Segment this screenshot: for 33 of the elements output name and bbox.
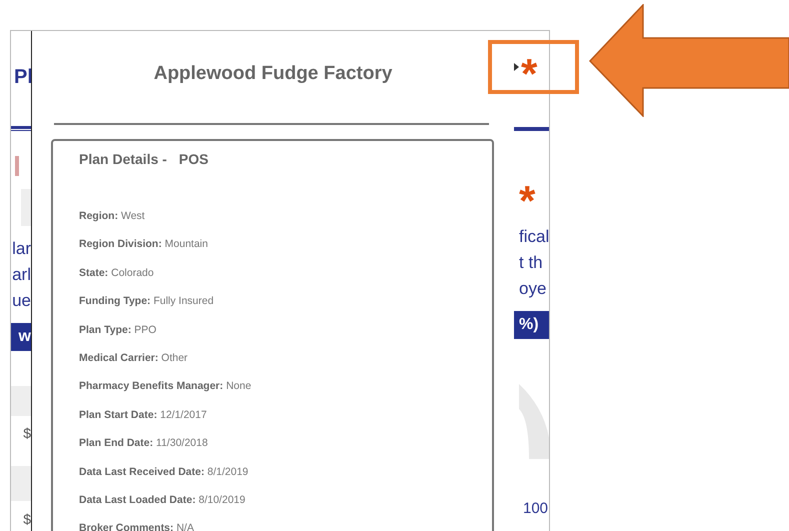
detail-field: Region Division: Mountain	[79, 236, 208, 252]
required-asterisk: *	[519, 185, 536, 217]
detail-field: Data Last Loaded Date: 8/10/2019	[79, 492, 246, 508]
table-row-band	[11, 386, 31, 416]
amount-text: $	[22, 424, 31, 443]
table-header-bar: w	[11, 323, 31, 351]
required-asterisk: *	[521, 58, 538, 90]
filter-box	[21, 189, 31, 226]
detail-field: State: Colorado	[79, 264, 154, 281]
text-fragment: arl	[11, 264, 31, 286]
popup-title: Applewood Fudge Factory	[152, 62, 394, 86]
amount-text: $	[22, 510, 31, 529]
card-title: Plan Details -	[79, 150, 167, 169]
detail-field: Funding Type: Fully Insured	[79, 293, 214, 310]
detail-field: Medical Carrier: Other	[79, 350, 188, 366]
expand-triangle-icon[interactable]	[514, 63, 519, 71]
detail-field: Plan End Date: 11/30/2018	[79, 435, 208, 452]
text-fragment: fical	[518, 226, 549, 248]
text-fragment: ue	[11, 290, 31, 312]
text-fragment	[15, 156, 19, 176]
plan-code: POS	[178, 150, 208, 169]
detail-field: Region: West	[79, 208, 145, 224]
detail-field: Plan Start Date: 12/1/2017	[79, 406, 207, 423]
table-header-bar: %)	[514, 311, 549, 339]
detail-field: Pharmacy Benefits Manager: None	[79, 378, 252, 394]
text-fragment: lar	[11, 238, 31, 260]
text-fragment: oye	[518, 278, 548, 300]
detail-field: Data Last Received Date: 8/1/2019	[79, 464, 248, 480]
text-fragment: t th	[518, 252, 544, 274]
detail-field: Broker Comments: N/A	[79, 520, 194, 531]
axis-label: 100	[522, 499, 549, 519]
detail-field: Plan Type: PPO	[79, 322, 156, 338]
table-row-band	[11, 466, 31, 501]
